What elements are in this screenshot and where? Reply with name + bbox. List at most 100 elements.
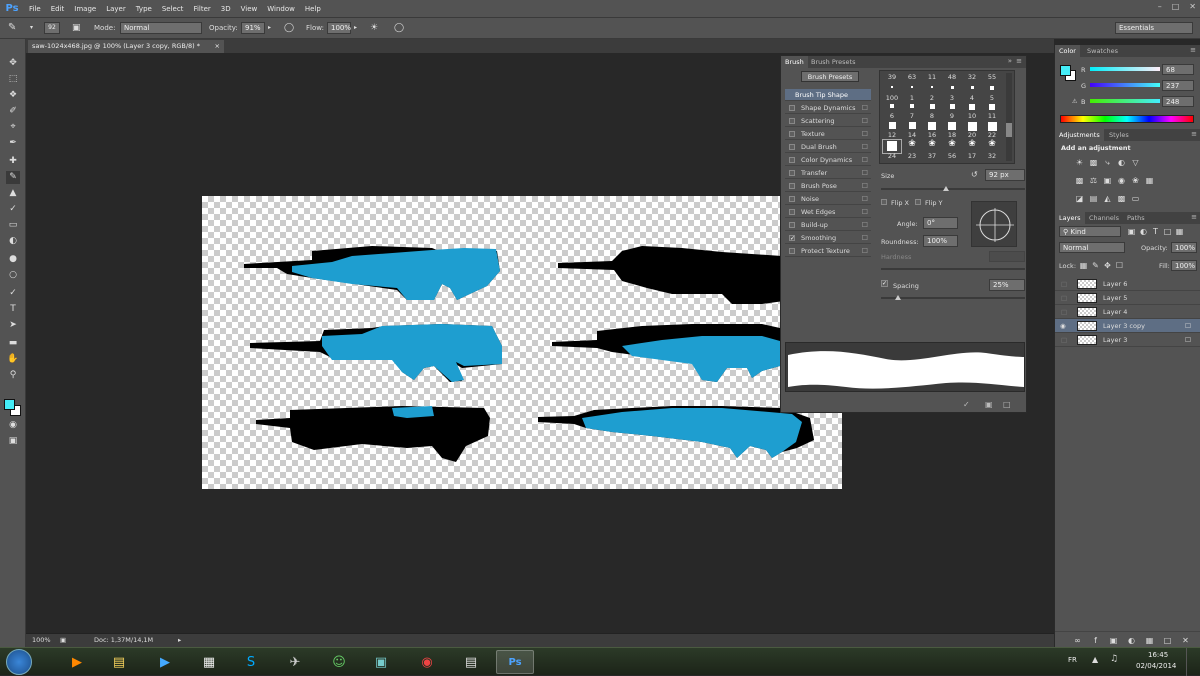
lock-icon[interactable]: ☐	[862, 154, 868, 166]
filter-pixel-icon[interactable]: ▣	[1127, 227, 1136, 236]
lasso-tool-icon[interactable]: ❖	[6, 89, 20, 102]
brush-tip-grid[interactable]: 39 63 11 48 32 55 100 1 2 3 4 5 6 7 8 9 …	[879, 70, 1015, 164]
gradient-map-icon[interactable]: ▭	[1131, 194, 1140, 203]
option-texture[interactable]: Texture ☐	[785, 128, 871, 140]
checkbox[interactable]	[789, 105, 795, 111]
tab-swatches[interactable]: Swatches	[1083, 45, 1122, 57]
close-icon[interactable]: ×	[215, 40, 220, 53]
filter-type-icon[interactable]: T	[1151, 227, 1160, 236]
volume-icon[interactable]: ♫	[1110, 654, 1118, 664]
green-slider[interactable]	[1090, 83, 1160, 87]
option-shape-dynamics[interactable]: Shape Dynamics ☐	[785, 102, 871, 114]
hand-tool-icon[interactable]: ✋	[6, 353, 20, 366]
gamut-warning-icon[interactable]: ⚠	[1072, 98, 1077, 105]
layer-mask-icon[interactable]: ▣	[1109, 636, 1118, 645]
levels-icon[interactable]: ▩	[1089, 158, 1098, 167]
color-lookup-icon[interactable]: ▦	[1145, 176, 1154, 185]
calendar-icon[interactable]: ▦	[190, 650, 228, 674]
shape-tool-icon[interactable]: ▬	[6, 337, 20, 350]
tab-paths[interactable]: Paths	[1123, 212, 1149, 224]
menu-edit[interactable]: Edit	[46, 5, 70, 13]
app-icon[interactable]: ✈	[276, 650, 314, 674]
move-tool-icon[interactable]: ✥	[6, 57, 20, 70]
lock-paint-icon[interactable]: ✎	[1091, 261, 1100, 270]
visibility-off-icon[interactable]: □	[1061, 291, 1067, 305]
checkbox[interactable]	[789, 170, 795, 176]
pressure-opacity-icon[interactable]: ◯	[284, 22, 294, 34]
lock-icon[interactable]: ☐	[862, 232, 868, 244]
chevron-right-icon[interactable]: ▸	[178, 636, 181, 644]
lock-icon[interactable]: ☐	[862, 128, 868, 140]
spacing-input[interactable]: 25%	[989, 279, 1025, 291]
option-dual-brush[interactable]: Dual Brush ☐	[785, 141, 871, 153]
option-brush-tip-shape[interactable]: Brush Tip Shape	[785, 89, 871, 101]
reset-size-icon[interactable]: ↺	[971, 170, 978, 179]
lock-icon[interactable]: ☐	[862, 115, 868, 127]
brush-presets-button[interactable]: Brush Presets	[801, 71, 859, 82]
pen-tool-icon[interactable]: ✓	[6, 287, 20, 300]
marquee-tool-icon[interactable]: ⬚	[6, 73, 20, 86]
type-tool-icon[interactable]: T	[6, 303, 20, 316]
tab-color[interactable]: Color	[1055, 45, 1080, 57]
color-spectrum-bar[interactable]	[1060, 115, 1194, 123]
lock-icon[interactable]: ☐	[862, 180, 868, 192]
curves-icon[interactable]: ⤷	[1103, 158, 1112, 167]
clock-date[interactable]: 02/04/2014	[1136, 662, 1176, 670]
close-icon[interactable]: ✕	[1189, 2, 1196, 11]
brush-size-preview[interactable]: 92	[44, 22, 60, 34]
menu-layer[interactable]: Layer	[101, 5, 131, 13]
posterize-icon[interactable]: ▤	[1089, 194, 1098, 203]
eyedropper-tool-icon[interactable]: ✒	[6, 137, 20, 150]
option-scattering[interactable]: Scattering ☐	[785, 115, 871, 127]
photoshop-taskbar-icon[interactable]: Ps	[496, 650, 534, 674]
new-brush-icon[interactable]: □	[1003, 400, 1011, 409]
lock-position-icon[interactable]: ✥	[1103, 261, 1112, 270]
messenger-icon[interactable]: ☺	[320, 650, 358, 674]
lock-icon[interactable]: ☐	[862, 141, 868, 153]
new-adjustment-icon[interactable]: ◐	[1127, 636, 1136, 645]
menu-help[interactable]: Help	[300, 5, 326, 13]
hue-saturation-icon[interactable]: ▩	[1075, 176, 1084, 185]
menu-3d[interactable]: 3D	[216, 5, 236, 13]
screen-mode-icon[interactable]: ▣	[6, 435, 20, 448]
visibility-eye-icon[interactable]: ◉	[1060, 319, 1066, 333]
checkbox[interactable]	[789, 131, 795, 137]
angle-input[interactable]: 0°	[923, 217, 958, 229]
chrome-icon[interactable]: ◉	[408, 650, 446, 674]
brush-tip[interactable]: 23	[902, 152, 922, 167]
red-slider[interactable]	[1090, 67, 1160, 71]
app-window-icon[interactable]: ▣	[362, 650, 400, 674]
tips-scrollbar[interactable]	[1006, 73, 1012, 161]
spacing-checkbox[interactable]: ✓	[881, 280, 888, 287]
option-color-dynamics[interactable]: Color Dynamics ☐	[785, 154, 871, 166]
delete-layer-icon[interactable]: ✕	[1181, 636, 1190, 645]
size-slider-knob[interactable]	[943, 186, 949, 191]
checkbox[interactable]	[789, 248, 795, 254]
channel-mixer-icon[interactable]: ❀	[1131, 176, 1140, 185]
chevron-right-icon[interactable]: ▸	[268, 22, 271, 34]
dodge-tool-icon[interactable]: ○	[6, 269, 20, 282]
brush-grid-icon[interactable]: ▣	[985, 400, 993, 409]
exposure-icon[interactable]: ◐	[1117, 158, 1126, 167]
hardness-slider[interactable]	[881, 268, 1025, 270]
checkbox[interactable]	[789, 196, 795, 202]
option-transfer[interactable]: Transfer ☐	[785, 167, 871, 179]
pressure-size-icon[interactable]: ◯	[394, 22, 404, 34]
menu-image[interactable]: Image	[69, 5, 101, 13]
color-fg-swatch[interactable]	[1060, 65, 1071, 76]
blend-mode-select[interactable]: Normal	[1059, 242, 1125, 253]
tab-adjustments[interactable]: Adjustments	[1055, 129, 1104, 141]
panel-menu-icon[interactable]: ≡	[1016, 57, 1022, 65]
filter-shape-icon[interactable]: □	[1163, 227, 1172, 236]
layer-row[interactable]: □ Layer 6	[1055, 277, 1200, 291]
flip-y-checkbox[interactable]	[915, 199, 921, 205]
checkbox[interactable]	[789, 157, 795, 163]
gradient-tool-icon[interactable]: ◐	[6, 235, 20, 248]
angle-roundness-widget[interactable]	[971, 201, 1017, 247]
toggle-brush-panel-icon[interactable]: ▣	[72, 22, 81, 34]
media-center-icon[interactable]: ▶	[58, 650, 96, 674]
lock-icon[interactable]: ☐	[862, 102, 868, 114]
brightness-icon[interactable]: ☀	[1075, 158, 1084, 167]
crop-tool-icon[interactable]: ⌖	[6, 121, 20, 134]
quick-mask-icon[interactable]: ◉	[6, 419, 20, 432]
